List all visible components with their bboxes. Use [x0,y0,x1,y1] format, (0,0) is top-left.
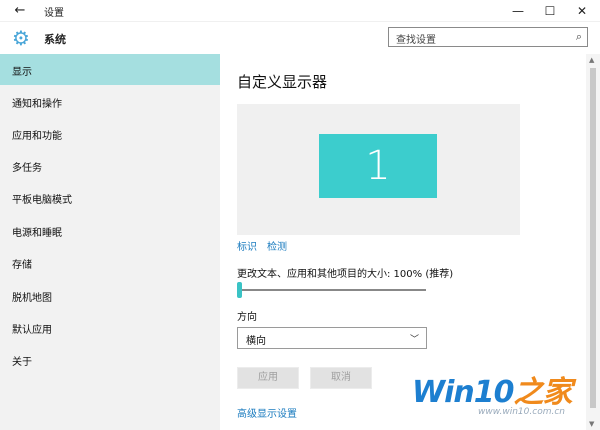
sidebar: 显示 通知和操作 应用和功能 多任务 平板电脑模式 电源和睡眠 存储 脱机地图 … [0,54,220,430]
sidebar-item-apps-features[interactable]: 应用和功能 [0,118,220,149]
apply-button[interactable]: 应用 [237,367,299,389]
scale-slider-track[interactable] [238,289,426,291]
window-title: 设置 [44,8,64,19]
identify-link[interactable]: 标识 [237,242,257,253]
orientation-label: 方向 [237,312,257,323]
title-bar: ← 设置 — ☐ ✕ [0,0,600,22]
watermark-brand: Win10之家 [412,367,572,411]
sidebar-item-power-sleep[interactable]: 电源和睡眠 [0,215,220,246]
section-title: 系统 [44,33,66,46]
sidebar-item-about[interactable]: 关于 [0,344,220,375]
sidebar-item-label: 脱机地图 [12,293,52,304]
watermark-url: www.win10.com.cn [478,407,565,417]
sidebar-item-offline-maps[interactable]: 脱机地图 [0,280,220,311]
back-arrow-icon[interactable]: ← [10,2,30,20]
sidebar-item-label: 电源和睡眠 [12,228,62,239]
sidebar-item-notifications[interactable]: 通知和操作 [0,86,220,117]
close-button[interactable]: ✕ [566,0,598,22]
sidebar-item-label: 显示 [12,67,32,78]
orientation-dropdown[interactable]: 横向 ﹀ [237,327,427,349]
sidebar-item-tablet-mode[interactable]: 平板电脑模式 [0,182,220,213]
orientation-value: 横向 [246,336,266,347]
scrollbar-thumb[interactable] [590,68,596,408]
sidebar-item-storage[interactable]: 存储 [0,247,220,278]
cancel-button[interactable]: 取消 [310,367,372,389]
win10-watermark-logo: Win10之家 www.win10.com.cn [408,367,596,427]
gear-icon: ⚙ [12,26,30,50]
watermark-brand-suffix: 之家 [513,375,572,410]
sidebar-item-label: 通知和操作 [12,99,62,110]
sidebar-item-label: 平板电脑模式 [12,195,72,206]
maximize-button[interactable]: ☐ [534,0,566,22]
minimize-button[interactable]: — [502,0,534,22]
monitor-links: 标识 检测 [237,238,297,253]
sidebar-item-label: 默认应用 [12,325,52,336]
advanced-display-settings-link[interactable]: 高级显示设置 [237,405,297,420]
monitor-tile[interactable]: 1 [319,134,437,198]
sidebar-item-label: 关于 [12,357,32,368]
sidebar-item-multitasking[interactable]: 多任务 [0,150,220,181]
watermark-brand-win: Win10 [412,375,514,410]
sidebar-item-default-apps[interactable]: 默认应用 [0,312,220,343]
page-title: 自定义显示器 [237,73,328,91]
search-placeholder: 查找设置 [396,35,436,46]
search-icon[interactable]: ⌕ [576,30,582,44]
detect-link[interactable]: 检测 [267,242,287,253]
sidebar-item-label: 多任务 [12,163,42,174]
sidebar-item-display[interactable]: 显示 [0,54,220,85]
scale-slider-thumb[interactable] [237,282,242,298]
sidebar-item-label: 应用和功能 [12,131,62,142]
search-input[interactable]: 查找设置 ⌕ [388,27,588,47]
scroll-up-icon[interactable]: ▲ [589,56,594,64]
chevron-down-icon: ﹀ [409,335,419,345]
monitor-preview-area: 1 [237,104,520,235]
sidebar-item-label: 存储 [12,260,32,271]
settings-header: ⚙ 系统 查找设置 ⌕ [0,22,600,54]
scale-label: 更改文本、应用和其他项目的大小: 100% (推荐) [237,269,454,280]
